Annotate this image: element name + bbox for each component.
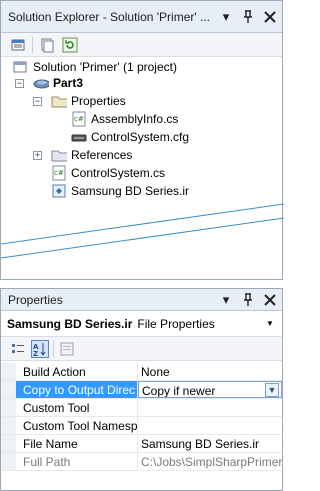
dropdown-arrow-icon[interactable]: ▾ (216, 290, 236, 310)
property-row-copy-to-output[interactable]: Copy to Output Direc Copy if newer ▼ (1, 381, 282, 399)
property-key: Custom Tool Namesp (16, 417, 138, 434)
property-value[interactable] (138, 417, 282, 434)
alphabetical-sort-icon[interactable]: AZ (31, 339, 49, 358)
tree-label-controlsystem-cfg: ControlSystem.cfg (91, 130, 190, 144)
property-value[interactable] (138, 399, 282, 416)
tree-label-project: Part3 (53, 76, 84, 90)
tree-node-project[interactable]: Part3 (33, 74, 83, 92)
show-all-files-icon[interactable] (38, 36, 56, 54)
svg-text:c#: c# (74, 115, 84, 123)
properties-panel: Properties ▾ Samsung BD Series.ir File P… (0, 288, 283, 491)
tree-label-solution: Solution 'Primer' (1 project) (33, 60, 177, 74)
tree-node-controlsystem-cs[interactable]: c# ControlSystem.cs (51, 164, 165, 182)
properties-titlebar: Properties ▾ (1, 289, 282, 311)
tree-label-assemblyinfo: AssemblyInfo.cs (91, 112, 179, 126)
csharp-project-icon (33, 75, 49, 91)
property-row-build-action[interactable]: Build Action None (1, 363, 282, 381)
property-row-custom-tool[interactable]: Custom Tool (1, 399, 282, 417)
object-type: File Properties (137, 316, 215, 331)
tree-node-controlsystem-cfg[interactable]: ControlSystem.cfg (71, 128, 189, 146)
tree-node-assemblyinfo[interactable]: c# AssemblyInfo.cs (71, 110, 178, 128)
close-icon[interactable] (260, 7, 280, 27)
property-key: Build Action (16, 363, 138, 380)
device-config-icon (71, 129, 87, 145)
collapse-toggle-project[interactable]: − (15, 79, 24, 88)
solution-icon (13, 59, 29, 75)
solution-explorer-panel: Solution Explorer - Solution 'Primer' ..… (0, 0, 284, 280)
properties-icon[interactable] (9, 36, 27, 54)
solution-explorer-titlebar: Solution Explorer - Solution 'Primer' ..… (1, 1, 282, 33)
tree-node-properties[interactable]: Properties (51, 92, 126, 110)
object-selector[interactable]: Samsung BD Series.ir File Properties ▼ (1, 311, 282, 337)
property-value[interactable]: Samsung BD Series.ir (138, 435, 282, 452)
categorized-icon[interactable] (9, 340, 27, 358)
property-row-file-name[interactable]: File Name Samsung BD Series.ir (1, 435, 282, 453)
tree-label-controlsystem-cs: ControlSystem.cs (71, 166, 166, 180)
folder-icon (51, 93, 67, 109)
property-value[interactable]: None (138, 363, 282, 380)
property-key: Copy to Output Direc (16, 381, 138, 398)
property-key: File Name (16, 435, 138, 452)
svg-text:Z: Z (33, 350, 38, 357)
csharp-file-icon: c# (51, 165, 67, 181)
torn-edge-decoration (1, 203, 284, 259)
references-folder-icon (51, 147, 67, 163)
dropdown-arrow-icon[interactable]: ▾ (216, 7, 236, 27)
property-value: C:\Jobs\SimplSharpPrimer (141, 455, 282, 469)
refresh-icon[interactable] (61, 36, 79, 54)
tree-label-references: References (71, 148, 133, 162)
property-key: Full Path (16, 453, 138, 470)
tree-node-references[interactable]: References (51, 146, 132, 164)
object-name: Samsung BD Series.ir (7, 316, 133, 331)
property-row-custom-tool-namespace[interactable]: Custom Tool Namesp (1, 417, 282, 435)
property-key: Custom Tool (16, 399, 138, 416)
chevron-down-icon[interactable]: ▼ (264, 319, 276, 328)
pin-icon[interactable] (238, 7, 258, 27)
tree-label-properties: Properties (71, 94, 126, 108)
svg-text:c#: c# (54, 169, 64, 177)
properties-title: Properties (8, 292, 63, 307)
solution-explorer-title: Solution Explorer - Solution 'Primer' ..… (8, 9, 210, 24)
properties-toolbar: AZ (1, 337, 282, 361)
pin-icon[interactable] (238, 290, 258, 310)
close-icon[interactable] (260, 290, 280, 310)
property-value: Copy if newer (142, 384, 216, 398)
property-row-full-path[interactable]: Full Path C:\Jobs\SimplSharpPrimer (1, 453, 282, 471)
property-grid: Build Action None Copy to Output Direc C… (1, 363, 282, 471)
csharp-file-icon: c# (71, 111, 87, 127)
expand-toggle-references[interactable]: + (33, 151, 42, 160)
collapse-toggle-properties[interactable]: − (33, 97, 42, 106)
property-pages-icon[interactable] (58, 340, 76, 358)
copy-to-output-combobox[interactable]: Copy if newer ▼ (138, 381, 282, 398)
solution-explorer-toolbar (1, 33, 282, 57)
chevron-down-icon[interactable]: ▼ (265, 383, 279, 397)
